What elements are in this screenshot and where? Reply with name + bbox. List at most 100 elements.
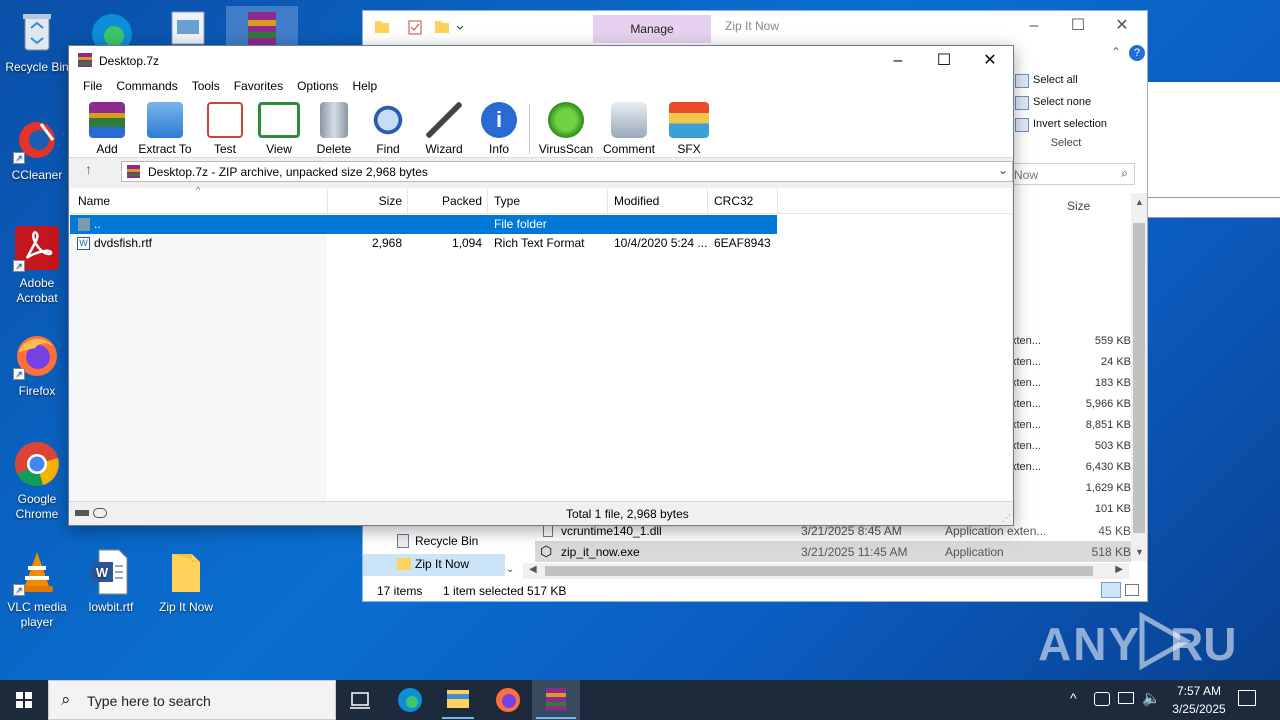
menu-help[interactable]: Help	[345, 76, 384, 96]
desktop-icon-lowbit-rtf[interactable]: W lowbit.rtf	[74, 548, 148, 615]
ribbon-select-group: Select all Select none Invert selection …	[1011, 69, 1121, 149]
drive-icon[interactable]	[75, 510, 89, 516]
column-header-modified[interactable]: Modified	[614, 194, 659, 208]
nav-item-zip-it-now[interactable]: Zip It Now	[363, 554, 505, 576]
desktop-icon-ccleaner[interactable]: ↗ CCleaner	[0, 116, 74, 183]
table-row-selected[interactable]: ⬡ zip_it_now.exe 3/21/2025 11:45 AM Appl…	[535, 541, 1131, 562]
desktop-icon-adobe-acrobat[interactable]: ↗ Adobe Acrobat	[0, 224, 74, 306]
details-view-icon[interactable]	[1101, 582, 1121, 598]
task-view-button[interactable]	[336, 680, 384, 720]
nav-item-recycle-bin[interactable]: Recycle Bin	[393, 531, 505, 553]
taskbar-winrar[interactable]	[532, 680, 580, 720]
vlc-icon: ↗	[13, 548, 61, 596]
column-header-crc32[interactable]: CRC32	[714, 194, 753, 208]
explorer-titlebar: Manage Zip It Now – ☐ ✕	[363, 11, 1147, 43]
sfx-button[interactable]: SFX	[667, 102, 711, 156]
taskbar-file-explorer[interactable]	[434, 680, 482, 720]
minimize-button[interactable]: –	[1011, 11, 1057, 41]
scrollbar-thumb[interactable]	[545, 566, 1093, 576]
firefox-icon	[496, 688, 520, 712]
display-icon[interactable]	[1118, 692, 1134, 704]
virusscan-button[interactable]: VirusScan	[537, 102, 595, 156]
view-button[interactable]: View	[257, 102, 301, 156]
tab-manage[interactable]: Manage	[593, 15, 711, 43]
add-button[interactable]: Add	[87, 102, 127, 156]
table-row[interactable]: W dvdsfish.rtf 2,968 1,094 Rich Text For…	[70, 234, 777, 253]
close-button[interactable]: ✕	[967, 46, 1013, 76]
minimize-button[interactable]: –	[875, 46, 921, 76]
menu-favorites[interactable]: Favorites	[227, 76, 290, 96]
table-row-parent-folder[interactable]: .. File folder	[70, 215, 777, 234]
path-field[interactable]: Desktop.7z - ZIP archive, unpacked size …	[121, 161, 1013, 182]
test-button[interactable]: Test	[205, 102, 245, 156]
chevron-up-icon[interactable]: ^	[1070, 690, 1077, 706]
search-icon: ⌕	[1121, 166, 1128, 180]
archive-icon	[127, 165, 140, 178]
desktop-icon-firefox[interactable]: ↗ Firefox	[0, 332, 74, 399]
dll-file-icon	[543, 525, 553, 537]
vertical-scrollbar[interactable]: ▲ ▼	[1131, 193, 1147, 561]
comment-button[interactable]: Comment	[601, 102, 657, 156]
image-file-icon[interactable]	[170, 8, 206, 46]
resize-grip-icon[interactable]: ⋰	[1002, 513, 1011, 524]
menu-file[interactable]: File	[76, 76, 109, 96]
taskbar: ⌕ Type here to search ^ 🔈 7:57 AM 3/25/2…	[0, 680, 1280, 720]
help-icon[interactable]: ?	[1129, 45, 1145, 61]
maximize-button[interactable]: ☐	[921, 46, 967, 76]
wizard-button[interactable]: Wizard	[421, 102, 467, 156]
network-icon[interactable]	[1094, 692, 1110, 706]
column-header-packed[interactable]: Packed	[432, 194, 482, 208]
notification-icon[interactable]	[1238, 690, 1256, 706]
key-icon[interactable]	[93, 508, 107, 518]
row-modified: 10/4/2020 5:24 ...	[614, 236, 708, 250]
recycle-bin-icon	[397, 534, 409, 548]
horizontal-scrollbar[interactable]: ◀ ▶	[523, 563, 1129, 579]
desktop-icon-recycle-bin[interactable]: Recycle Bin	[0, 8, 74, 75]
row-name: dvdsfish.rtf	[94, 236, 153, 250]
menu-tools[interactable]: Tools	[185, 76, 227, 96]
volume-icon[interactable]: 🔈	[1142, 689, 1161, 707]
maximize-button[interactable]: ☐	[1055, 11, 1101, 41]
up-arrow-icon[interactable]: ↑	[85, 161, 92, 177]
row-size: 2,968	[371, 236, 402, 250]
chevron-down-icon[interactable]: ⌄	[998, 163, 1008, 177]
large-icons-view-icon[interactable]	[1125, 584, 1139, 596]
desktop-icon-vlc[interactable]: ↗ VLC media player	[0, 548, 74, 630]
column-header-type[interactable]: Type	[494, 194, 520, 208]
delete-button[interactable]: Delete	[313, 102, 355, 156]
close-button[interactable]: ✕	[1099, 11, 1145, 41]
chevron-down-icon[interactable]: ⌄	[506, 564, 514, 575]
clock-time[interactable]: 7:57 AM	[1170, 684, 1228, 698]
clock-date[interactable]: 3/25/2025	[1166, 702, 1232, 716]
desktop-icon-zip-it-now[interactable]: Zip It Now	[149, 548, 223, 615]
list-item-type: xten...	[1011, 398, 1041, 410]
winrar-desktop-icon[interactable]	[226, 6, 298, 46]
column-header-size[interactable]: Size	[370, 194, 402, 208]
scrollbar-thumb[interactable]	[1133, 223, 1145, 533]
column-header-size[interactable]: Size	[1067, 199, 1090, 213]
taskbar-search-box[interactable]: ⌕ Type here to search	[48, 680, 336, 720]
search-input[interactable]: Now ⌕	[1009, 163, 1135, 185]
invert-selection-button[interactable]: Invert selection	[1011, 113, 1121, 135]
extract-to-button[interactable]: Extract To	[137, 102, 193, 156]
menu-options[interactable]: Options	[290, 76, 345, 96]
start-button[interactable]	[0, 680, 48, 720]
desktop-icon-google-chrome[interactable]: Google Chrome	[0, 440, 74, 522]
edge-desktop-icon[interactable]	[86, 6, 138, 54]
column-header-name[interactable]: Name	[78, 194, 110, 208]
add-archive-icon	[89, 102, 125, 138]
list-item-size: 24 KB	[1101, 356, 1131, 368]
list-item-size: 183 KB	[1094, 377, 1131, 389]
taskbar-edge[interactable]	[386, 680, 434, 720]
status-item-count: 17 items	[377, 584, 423, 598]
folder-icon	[442, 690, 474, 719]
select-all-button[interactable]: Select all	[1011, 69, 1121, 91]
taskbar-firefox[interactable]	[484, 680, 532, 720]
info-button[interactable]: i Info	[479, 102, 519, 156]
select-none-button[interactable]: Select none	[1011, 91, 1121, 113]
menu-commands[interactable]: Commands	[109, 76, 184, 96]
file-name: zip_it_now.exe	[561, 545, 640, 559]
quick-access-toolbar-icon[interactable]	[371, 17, 471, 37]
chevron-up-icon[interactable]: ⌃	[1111, 45, 1121, 59]
find-button[interactable]: Find	[367, 102, 409, 156]
